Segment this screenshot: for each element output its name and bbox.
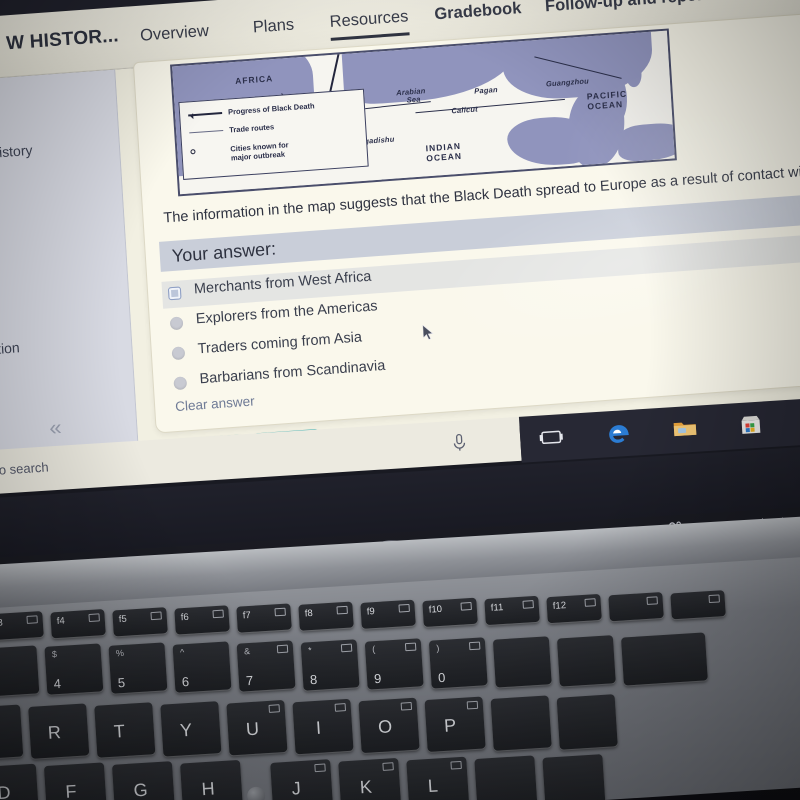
key-5[interactable]: % 5: [108, 642, 168, 694]
black-death-map: AFRICA Arabian Sea Pagan Calicut Guangzh…: [170, 28, 677, 197]
key-o[interactable]: O: [358, 697, 420, 754]
file-explorer-icon[interactable]: [671, 415, 699, 443]
course-title[interactable]: 1 -- W HISTOR...: [0, 25, 119, 58]
key-bracket-left[interactable]: [490, 695, 552, 751]
key-k[interactable]: K: [338, 757, 402, 800]
key-t[interactable]: T: [94, 702, 156, 758]
key-semicolon[interactable]: [474, 755, 538, 800]
map-label-calicut: Calicut: [451, 104, 479, 116]
lesson-card: AFRICA Arabian Sea Pagan Calicut Guangzh…: [132, 10, 800, 466]
key-quote[interactable]: [542, 754, 606, 800]
legend-line-icon: [189, 129, 224, 134]
search-input-placeholder[interactable]: ...re to search: [0, 459, 49, 479]
key-j[interactable]: J: [270, 759, 334, 800]
nav-tab-overview[interactable]: Overview: [140, 22, 210, 46]
mouse-cursor-icon: [422, 324, 435, 341]
key-8[interactable]: * 8: [300, 639, 360, 691]
key-minus[interactable]: [492, 636, 552, 688]
sidebar-collapse-icon[interactable]: «: [49, 415, 61, 442]
key-f[interactable]: F: [43, 762, 108, 800]
key-f5[interactable]: f5: [112, 607, 168, 637]
legend-arrow-icon: [188, 111, 223, 117]
cortana-mic-icon[interactable]: [450, 432, 469, 453]
your-answer-label: Your answer:: [171, 238, 277, 266]
edge-icon[interactable]: [605, 419, 633, 447]
key-e[interactable]: E: [0, 704, 24, 761]
nav-tab-follow-up-and-reports[interactable]: Follow-up and reports: [545, 0, 719, 16]
key-4[interactable]: $4: [44, 643, 104, 695]
key-f6[interactable]: f6: [174, 605, 230, 635]
sidebar-item-2[interactable]: ...tton's World History: [0, 142, 33, 168]
map-label-sea: Sea: [406, 94, 421, 105]
key-equals[interactable]: [556, 635, 616, 687]
key-f4[interactable]: f4: [50, 609, 106, 639]
answer-option-0-label: Merchants from West Africa: [193, 268, 372, 298]
map-label-pagan: Pagan: [473, 84, 498, 96]
key-f7[interactable]: f7: [236, 603, 292, 633]
nav-tab-gradebook[interactable]: Gradebook: [434, 0, 522, 24]
sidebar-item-9[interactable]: ...nd Reformation: [0, 339, 20, 363]
radio-icon[interactable]: [171, 346, 186, 361]
key-f9[interactable]: f9: [360, 599, 416, 629]
key-bracket-right[interactable]: [556, 694, 618, 750]
key-f3[interactable]: f3: [0, 610, 44, 641]
trackpoint-nub[interactable]: [246, 786, 266, 800]
key-f8[interactable]: f8: [298, 601, 354, 631]
key-y[interactable]: Y: [160, 701, 222, 757]
key-g[interactable]: G: [111, 761, 176, 800]
key-9[interactable]: (9: [364, 638, 424, 690]
key-3[interactable]: #3: [0, 645, 40, 697]
key-r[interactable]: R: [28, 703, 90, 759]
key-u[interactable]: U: [226, 699, 288, 756]
key-p[interactable]: P: [424, 696, 486, 753]
nav-tab-more[interactable]: More▾: [750, 0, 800, 1]
page-body: ...extbook.pdf ...ol is Important ...tto…: [0, 10, 800, 466]
task-view-icon[interactable]: [537, 423, 565, 451]
key-f11[interactable]: f11: [484, 595, 540, 626]
key-h[interactable]: H: [180, 759, 244, 800]
key-delete[interactable]: [670, 590, 726, 620]
radio-icon[interactable]: [169, 316, 184, 331]
key-f12[interactable]: f12: [546, 593, 602, 624]
key-6[interactable]: ^ 6: [172, 641, 232, 693]
key-0[interactable]: ) 0: [428, 637, 488, 689]
map-legend: Progress of Black Death Trade routes Cit…: [178, 88, 369, 180]
microsoft-store-icon[interactable]: [737, 410, 765, 438]
legend-text-progress: Progress of Black Death: [227, 101, 315, 117]
radio-icon[interactable]: [173, 376, 188, 391]
laptop-photo-screenshot: Digital Resources Student FAQs 1 -- W HI…: [0, 0, 800, 800]
key-l[interactable]: L: [406, 756, 470, 800]
key-7[interactable]: & 7: [236, 640, 296, 692]
key-backspace[interactable]: [620, 632, 708, 686]
legend-dot-icon: [190, 149, 196, 155]
key-print-screen[interactable]: [608, 591, 664, 622]
main-nav: Overview Plans Resources Gradebook Follo…: [138, 0, 791, 68]
nav-tab-plans[interactable]: Plans: [252, 16, 294, 38]
radio-selected-icon[interactable]: [167, 286, 182, 301]
content-area: AFRICA Arabian Sea Pagan Calicut Guangzh…: [115, 10, 800, 466]
key-f10[interactable]: f10: [422, 597, 478, 628]
legend-text-trade: Trade routes: [228, 122, 275, 135]
nav-tab-resources[interactable]: Resources: [329, 7, 409, 32]
key-d[interactable]: D: [0, 763, 40, 800]
key-i[interactable]: I: [292, 698, 354, 755]
legend-text-cities: Cities known for major outbreak: [230, 140, 289, 163]
